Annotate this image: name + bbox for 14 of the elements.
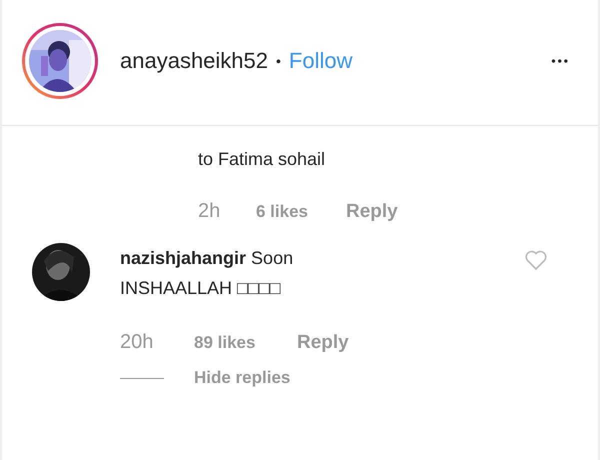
reply-button[interactable]: Reply — [346, 201, 398, 223]
username[interactable]: anayasheikh52 — [120, 48, 268, 74]
likes-count[interactable]: 89 likes — [194, 333, 297, 353]
hide-replies-button[interactable]: Hide replies — [194, 368, 290, 388]
heart-icon[interactable] — [524, 249, 548, 271]
follow-link[interactable]: Follow — [288, 48, 352, 74]
separator-dot: • — [276, 52, 281, 68]
reply-button[interactable]: Reply — [297, 332, 349, 354]
comment-time: 2h — [198, 200, 222, 223]
likes-count[interactable]: 6 likes — [256, 202, 346, 222]
comment-text: to Fatima sohail — [198, 148, 326, 171]
comment-text: nazishjahangir Soon INSHAALLAH □□□□ — [120, 247, 294, 300]
more-options-button[interactable]: ••• — [551, 54, 570, 68]
comment-time: 20h — [120, 331, 154, 354]
